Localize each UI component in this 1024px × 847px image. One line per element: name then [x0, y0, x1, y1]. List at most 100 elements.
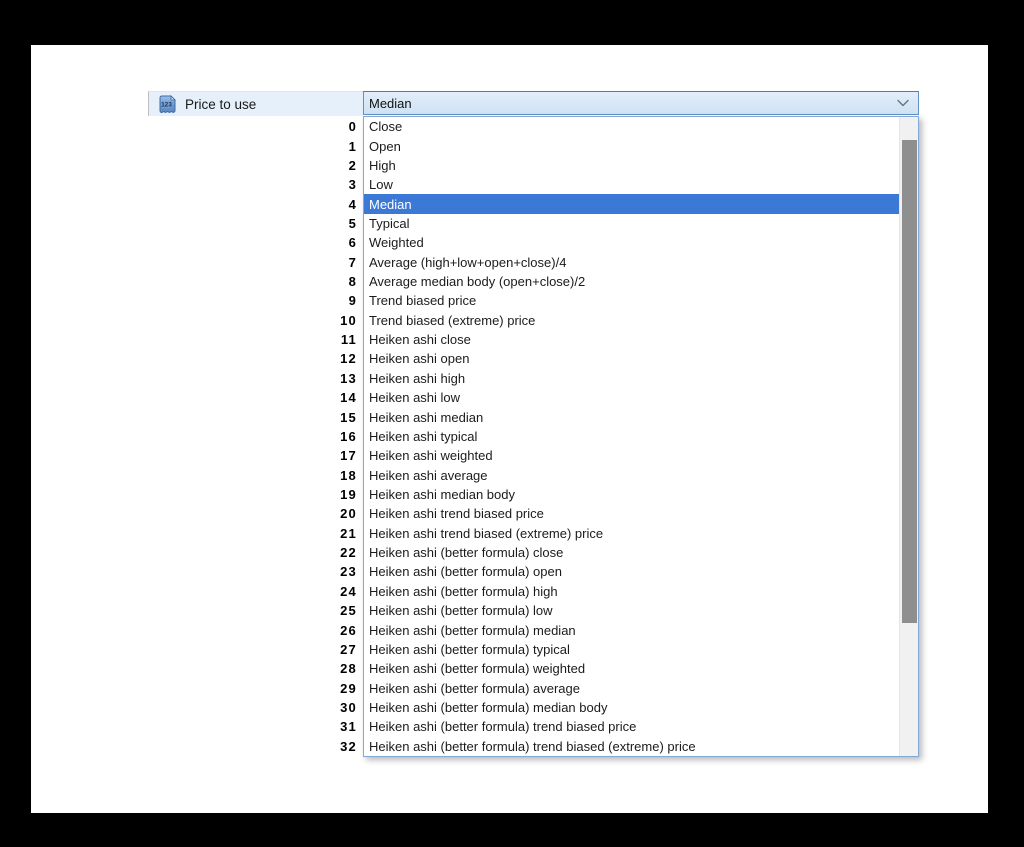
option-label: Close — [369, 119, 403, 135]
dialog-page: 123 Price to use Median 0 1 2 3 4 5 6 7 … — [31, 45, 988, 813]
option-label: Low — [369, 177, 393, 193]
option-index: 17 — [340, 448, 357, 464]
screen-background: { "parameter": { "label": "Price to use"… — [0, 0, 1024, 847]
option-row[interactable]: Weighted — [364, 233, 899, 252]
option-label: Heiken ashi trend biased price — [369, 506, 544, 522]
option-row[interactable]: Heiken ashi (better formula) close — [364, 543, 899, 562]
option-label: Weighted — [369, 235, 424, 251]
option-row[interactable]: Open — [364, 136, 899, 155]
option-label: Heiken ashi (better formula) high — [369, 583, 558, 599]
option-row[interactable]: Heiken ashi close — [364, 330, 899, 349]
option-row[interactable]: Heiken ashi average — [364, 465, 899, 484]
option-row[interactable]: Heiken ashi high — [364, 369, 899, 388]
option-index: 31 — [340, 719, 357, 735]
option-row[interactable]: Low — [364, 175, 899, 194]
option-row[interactable]: Heiken ashi median body — [364, 485, 899, 504]
option-row[interactable]: Heiken ashi (better formula) median — [364, 620, 899, 639]
option-index-gutter: 0 1 2 3 4 5 6 7 8 9 10 11 12 13 14 15 16… — [261, 117, 357, 756]
option-label: High — [369, 157, 396, 173]
option-index: 1 — [348, 138, 357, 154]
option-row[interactable]: Trend biased (extreme) price — [364, 311, 899, 330]
chevron-down-icon[interactable] — [895, 95, 911, 111]
option-index: 10 — [340, 312, 357, 328]
option-row[interactable]: Heiken ashi (better formula) open — [364, 562, 899, 581]
option-index: 6 — [348, 235, 357, 251]
option-index: 15 — [340, 409, 357, 425]
option-row[interactable]: Heiken ashi open — [364, 349, 899, 368]
option-index: 20 — [340, 506, 357, 522]
option-index: 26 — [340, 622, 357, 638]
option-label: Heiken ashi (better formula) median body — [369, 699, 608, 715]
option-index: 22 — [340, 545, 357, 561]
option-label: Heiken ashi median body — [369, 487, 515, 502]
option-index: 30 — [340, 699, 357, 715]
option-label: Median — [369, 196, 412, 212]
option-row[interactable]: Trend biased price — [364, 291, 899, 310]
option-index: 23 — [340, 564, 357, 580]
option-row[interactable]: Heiken ashi weighted — [364, 446, 899, 465]
option-row[interactable]: High — [364, 156, 899, 175]
parameter-label: Price to use — [185, 96, 257, 112]
parameter-row-price-to-use[interactable]: 123 Price to use — [148, 91, 363, 116]
option-label: Heiken ashi (better formula) average — [369, 680, 580, 696]
price-to-use-combobox[interactable]: Median — [363, 91, 919, 115]
option-index: 14 — [340, 390, 357, 406]
option-row[interactable]: Heiken ashi (better formula) low — [364, 601, 899, 620]
option-index: 0 — [348, 119, 357, 135]
option-index: 7 — [348, 254, 357, 270]
option-label: Trend biased price — [369, 293, 477, 309]
option-label: Heiken ashi (better formula) median — [369, 622, 576, 638]
svg-text:123: 123 — [161, 101, 172, 108]
option-row[interactable]: Heiken ashi (better formula) median body — [364, 698, 899, 717]
option-row[interactable]: Close — [364, 117, 899, 136]
numeric-123-icon: 123 — [159, 94, 176, 113]
option-index: 3 — [348, 177, 357, 193]
option-label: Heiken ashi high — [369, 370, 466, 386]
option-index: 11 — [340, 332, 357, 348]
option-label: Heiken ashi weighted — [369, 448, 493, 464]
option-label: Heiken ashi (better formula) close — [369, 545, 564, 561]
option-index: 12 — [340, 351, 357, 367]
option-row[interactable]: Heiken ashi trend biased (extreme) price — [364, 524, 899, 543]
option-index: 4 — [348, 196, 357, 212]
option-label: Heiken ashi trend biased (extreme) price — [369, 525, 604, 541]
option-index: 9 — [348, 293, 357, 309]
price-options-listbox: Close Open High Low Median Typical Weigh… — [363, 116, 919, 757]
option-index: 8 — [348, 274, 357, 290]
option-row[interactable]: Median — [364, 194, 899, 214]
option-index: 19 — [340, 487, 357, 502]
scrollbar-track[interactable] — [899, 117, 918, 756]
option-index: 25 — [340, 603, 357, 619]
option-index: 24 — [340, 583, 357, 599]
option-row[interactable]: Heiken ashi (better formula) trend biase… — [364, 737, 899, 756]
option-row[interactable]: Heiken ashi typical — [364, 427, 899, 446]
option-row[interactable]: Heiken ashi median — [364, 407, 899, 426]
option-index: 21 — [340, 525, 357, 541]
option-row[interactable]: Average median body (open+close)/2 — [364, 272, 899, 291]
option-label: Average median body (open+close)/2 — [369, 274, 586, 290]
option-row[interactable]: Heiken ashi (better formula) trend biase… — [364, 717, 899, 736]
option-row[interactable]: Heiken ashi (better formula) weighted — [364, 659, 899, 678]
option-index: 2 — [348, 157, 357, 173]
option-index: 28 — [340, 661, 357, 677]
option-row[interactable]: Heiken ashi trend biased price — [364, 504, 899, 523]
option-row[interactable]: Typical — [364, 214, 899, 233]
option-label: Trend biased (extreme) price — [369, 312, 536, 328]
option-row[interactable]: Heiken ashi (better formula) typical — [364, 640, 899, 659]
scrollbar-thumb[interactable] — [902, 140, 917, 623]
option-index: 5 — [348, 215, 357, 231]
option-label: Heiken ashi open — [369, 351, 470, 367]
option-label: Open — [369, 138, 401, 154]
option-index: 27 — [340, 641, 357, 657]
option-label: Heiken ashi (better formula) weighted — [369, 661, 586, 677]
option-label: Heiken ashi (better formula) trend biase… — [369, 738, 696, 754]
option-label: Heiken ashi low — [369, 390, 461, 406]
option-label: Average (high+low+open+close)/4 — [369, 254, 567, 270]
option-row[interactable]: Heiken ashi (better formula) high — [364, 582, 899, 601]
option-label: Heiken ashi (better formula) typical — [369, 641, 570, 657]
option-row[interactable]: Heiken ashi (better formula) average — [364, 678, 899, 697]
option-row[interactable]: Heiken ashi low — [364, 388, 899, 407]
option-label: Heiken ashi (better formula) trend biase… — [369, 719, 637, 735]
option-label: Typical — [369, 215, 410, 231]
option-row[interactable]: Average (high+low+open+close)/4 — [364, 253, 899, 272]
